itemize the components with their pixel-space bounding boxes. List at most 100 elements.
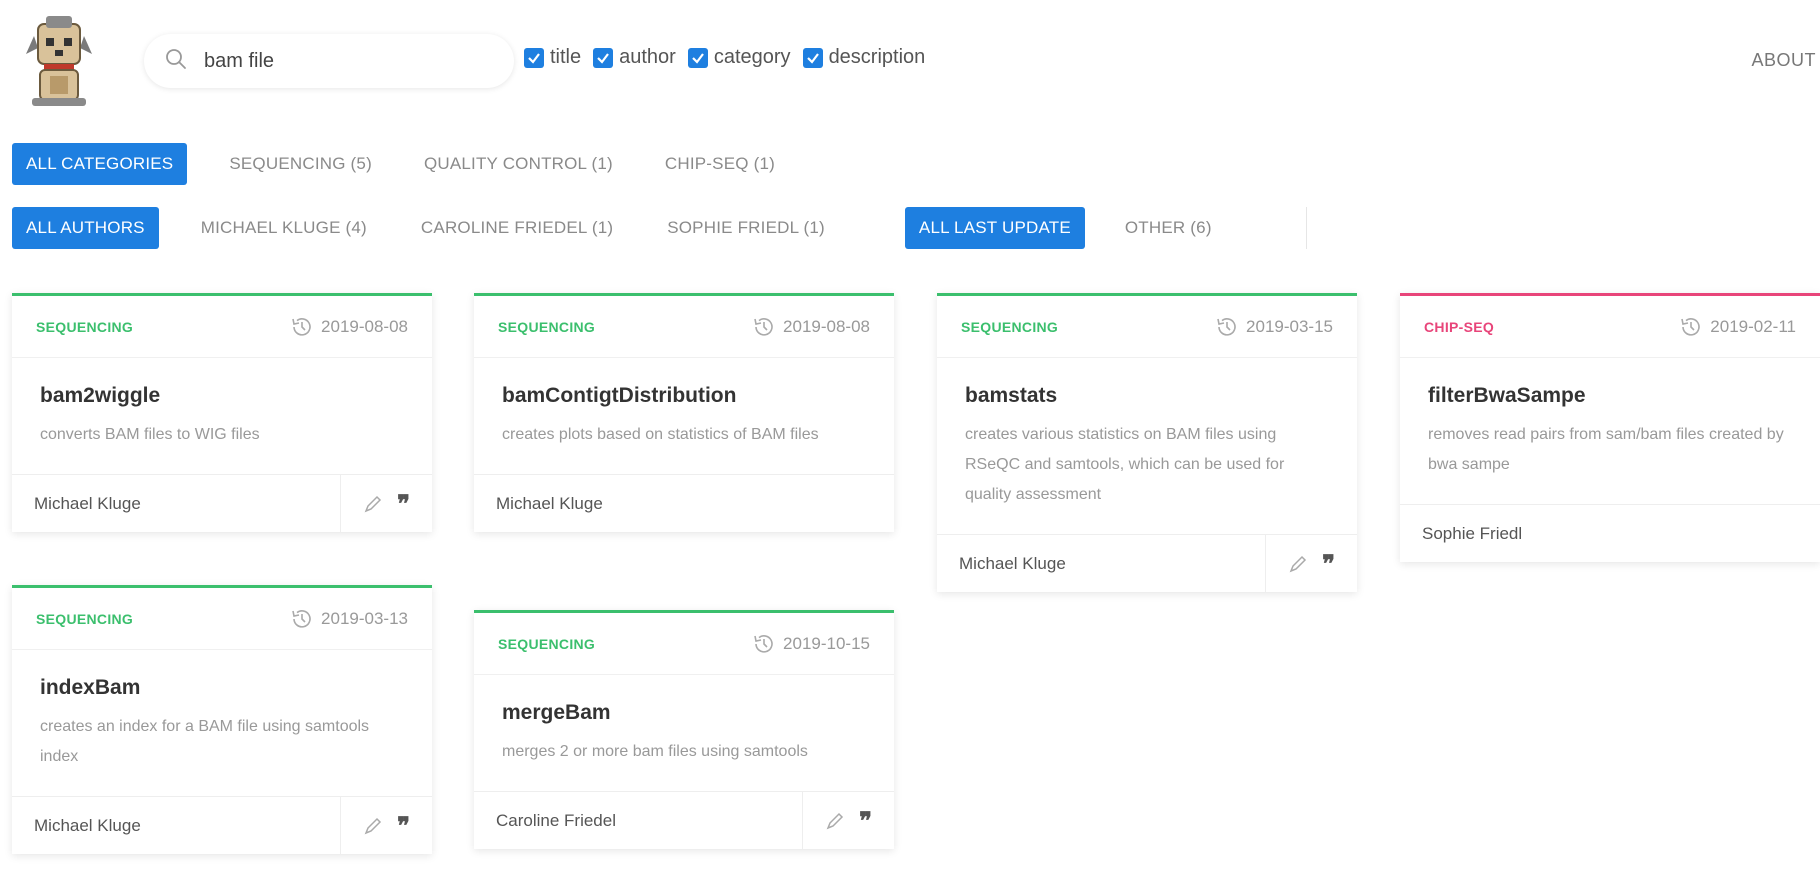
tool-card[interactable]: CHIP-SEQ 2019-02-11 filterBwaSampe remov… — [1400, 293, 1820, 562]
checkbox-checked-icon[interactable] — [524, 47, 544, 68]
history-icon — [1217, 317, 1236, 336]
card-category: SEQUENCING — [961, 318, 1059, 335]
card-header: CHIP-SEQ 2019-02-11 — [1400, 296, 1820, 358]
history-icon — [1681, 317, 1701, 336]
card-header: SEQUENCING 2019-08-08 — [12, 296, 432, 358]
card-author: Caroline Friedel — [496, 810, 616, 830]
history-icon — [754, 634, 773, 653]
divider — [1305, 207, 1307, 249]
card-author: Michael Kluge — [496, 493, 603, 513]
card-date: 2019-03-15 — [1214, 314, 1333, 340]
card-date: 2019-08-08 — [751, 314, 870, 340]
card-date: 2019-10-15 — [751, 631, 870, 657]
card-title[interactable]: bam2wiggle — [40, 384, 408, 408]
history-icon — [292, 609, 311, 628]
card-date-text: 2019-02-11 — [1710, 316, 1796, 336]
chip-other[interactable]: OTHER (6) — [1111, 207, 1226, 249]
filter-label: title — [550, 46, 582, 68]
card-body: mergeBam merges 2 or more bam files usin… — [474, 675, 894, 791]
filter-title[interactable]: title — [524, 46, 581, 69]
card-body: bamstats creates various statistics on B… — [937, 358, 1357, 534]
tool-card[interactable]: SEQUENCING 2019-03-15 bamstats creates v… — [937, 293, 1357, 592]
card-actions: ❞ — [1265, 535, 1335, 592]
chip-all-authors[interactable]: ALL AUTHORS — [12, 207, 159, 249]
chip-michael-kluge[interactable]: MICHAEL KLUGE (4) — [187, 207, 381, 249]
tool-card[interactable]: SEQUENCING 2019-10-15 mergeBam merges 2 … — [474, 610, 894, 849]
filter-label: author — [619, 46, 676, 68]
card-footer: Sophie Friedl — [1400, 504, 1820, 562]
edit-icon[interactable] — [363, 816, 383, 836]
card-description: creates an index for a BAM file using sa… — [40, 718, 370, 765]
card-title[interactable]: filterBwaSampe — [1428, 384, 1796, 408]
search-icon — [164, 47, 188, 76]
card-title[interactable]: mergeBam — [502, 701, 870, 725]
card-date-text: 2019-08-08 — [783, 316, 870, 336]
card-header: SEQUENCING 2019-10-15 — [474, 613, 894, 675]
card-date: 2019-02-11 — [1678, 314, 1796, 340]
card-actions: ❞ — [340, 475, 410, 532]
card-header: SEQUENCING 2019-03-15 — [937, 296, 1357, 358]
category-filter-row: ALL CATEGORIES SEQUENCING (5) QUALITY CO… — [12, 143, 789, 185]
logo[interactable] — [24, 14, 94, 108]
card-title[interactable]: indexBam — [40, 676, 408, 700]
card-date-text: 2019-03-13 — [321, 608, 408, 628]
card-actions: ❞ — [340, 797, 410, 854]
filter-author[interactable]: author — [593, 46, 676, 69]
about-link[interactable]: ABOUT — [1751, 50, 1816, 71]
tool-card[interactable]: SEQUENCING 2019-03-13 indexBam creates a… — [12, 585, 432, 854]
header: title author category description ABOUT — [0, 0, 1820, 120]
card-date-text: 2019-03-15 — [1246, 316, 1333, 336]
card-category: SEQUENCING — [498, 635, 596, 652]
card-date: 2019-03-13 — [289, 606, 408, 632]
edit-icon[interactable] — [363, 494, 383, 514]
edit-icon[interactable] — [1288, 554, 1308, 574]
chip-quality-control[interactable]: QUALITY CONTROL (1) — [410, 143, 627, 185]
chip-all-last-update[interactable]: ALL LAST UPDATE — [904, 207, 1085, 249]
card-author: Sophie Friedl — [1422, 523, 1523, 543]
history-icon — [754, 317, 773, 336]
card-title[interactable]: bamstats — [965, 384, 1333, 408]
card-body: bam2wiggle converts BAM files to WIG fil… — [12, 358, 432, 474]
card-category: CHIP-SEQ — [1424, 318, 1495, 335]
checkbox-checked-icon[interactable] — [802, 47, 823, 68]
card-title[interactable]: bamContigtDistribution — [502, 384, 870, 408]
quote-icon[interactable]: ❞ — [1322, 551, 1335, 576]
tool-card[interactable]: SEQUENCING 2019-08-08 bam2wiggle convert… — [12, 293, 432, 532]
card-category: SEQUENCING — [498, 318, 596, 335]
filter-category[interactable]: category — [687, 46, 791, 69]
chip-all-categories[interactable]: ALL CATEGORIES — [12, 143, 188, 185]
chip-sophie-friedl[interactable]: SOPHIE FRIEDL (1) — [653, 207, 839, 249]
quote-icon[interactable]: ❞ — [397, 813, 410, 838]
checkbox-checked-icon[interactable] — [687, 47, 708, 68]
quote-icon[interactable]: ❞ — [859, 808, 872, 833]
card-footer: Caroline Friedel ❞ — [474, 791, 894, 849]
card-body: bamContigtDistribution creates plots bas… — [474, 358, 894, 474]
filter-label: description — [828, 46, 926, 68]
card-description: merges 2 or more bam files using samtool… — [502, 743, 808, 760]
filter-description[interactable]: description — [802, 46, 926, 69]
card-footer: Michael Kluge ❞ — [12, 796, 432, 854]
card-body: indexBam creates an index for a BAM file… — [12, 650, 432, 796]
search-box[interactable] — [144, 34, 514, 88]
history-icon — [292, 317, 311, 336]
filter-label: category — [713, 46, 791, 68]
card-author: Michael Kluge — [959, 553, 1066, 573]
card-description: creates various statistics on BAM files … — [965, 426, 1285, 503]
tool-card[interactable]: SEQUENCING 2019-08-08 bamContigtDistribu… — [474, 293, 894, 532]
card-author: Michael Kluge — [34, 493, 141, 513]
card-category: SEQUENCING — [36, 318, 134, 335]
search-input[interactable] — [204, 49, 504, 73]
checkbox-checked-icon[interactable] — [593, 47, 614, 68]
chip-caroline-friedel[interactable]: CAROLINE FRIEDEL (1) — [407, 207, 627, 249]
card-header: SEQUENCING 2019-08-08 — [474, 296, 894, 358]
edit-icon[interactable] — [825, 811, 845, 831]
card-description: creates plots based on statistics of BAM… — [502, 426, 819, 443]
quote-icon[interactable]: ❞ — [397, 491, 410, 516]
card-footer: Michael Kluge ❞ — [12, 474, 432, 532]
card-header: SEQUENCING 2019-03-13 — [12, 588, 432, 650]
search-filters: title author category description — [524, 46, 925, 69]
chip-chip-seq[interactable]: CHIP-SEQ (1) — [651, 143, 789, 185]
chip-sequencing[interactable]: SEQUENCING (5) — [215, 143, 386, 185]
card-description: removes read pairs from sam/bam files cr… — [1428, 426, 1784, 473]
card-footer: Michael Kluge ❞ — [937, 534, 1357, 592]
